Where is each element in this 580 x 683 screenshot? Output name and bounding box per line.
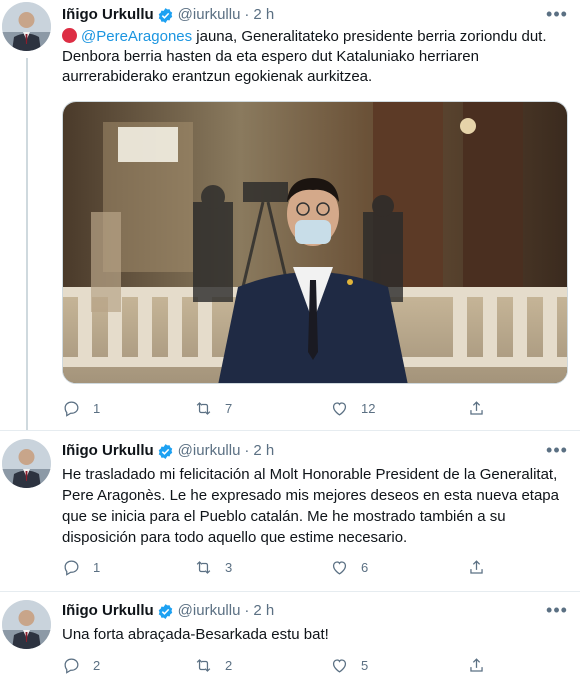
heart-icon — [332, 658, 347, 673]
reply-icon — [64, 658, 79, 674]
tweet-actions: 2 2 5 — [62, 655, 502, 675]
separator-dot: · — [244, 6, 250, 23]
tweet-text: He trasladado mi felicitación al Molt Ho… — [62, 464, 572, 548]
retweet-button[interactable]: 3 — [194, 557, 232, 577]
share-icon — [470, 400, 483, 415]
timestamp[interactable]: 2 h — [253, 601, 274, 621]
thread-line — [26, 58, 28, 430]
verified-badge-icon — [158, 603, 172, 619]
reply-button[interactable]: 1 — [62, 398, 100, 418]
share-button[interactable] — [467, 557, 486, 577]
retweet-button[interactable]: 7 — [194, 398, 232, 418]
tweet-3[interactable]: Iñigo Urkullu @iurkullu · 2 h ••• Una fo… — [0, 592, 580, 683]
more-horizontal-icon[interactable]: ••• — [546, 441, 568, 464]
author-name[interactable]: Iñigo Urkullu — [62, 601, 154, 621]
more-horizontal-icon[interactable]: ••• — [546, 5, 568, 28]
tweet-1[interactable]: Iñigo Urkullu @iurkullu · 2 h ••• @PereA… — [0, 0, 580, 430]
tweet-text: @PereAragones jauna, Generalitateko pres… — [62, 27, 572, 87]
separator-dot: · — [244, 602, 250, 619]
author-name[interactable]: Iñigo Urkullu — [62, 441, 154, 461]
share-icon — [470, 657, 483, 672]
retweet-count: 7 — [225, 400, 233, 416]
retweet-icon — [196, 658, 211, 672]
retweet-count: 3 — [225, 559, 233, 575]
reply-count: 1 — [93, 400, 101, 416]
tweet-actions: 1 3 6 — [62, 557, 502, 577]
retweet-button[interactable]: 2 — [194, 655, 232, 675]
tweet-text-line: He trasladado mi felicitación al Molt Ho… — [62, 466, 558, 483]
avatar[interactable] — [2, 439, 51, 488]
share-button[interactable] — [467, 398, 486, 418]
more-horizontal-icon[interactable]: ••• — [546, 601, 568, 624]
reply-icon — [64, 560, 79, 576]
author-handle[interactable]: @iurkullu — [178, 5, 241, 25]
like-count: 6 — [361, 559, 369, 575]
tweet-text-line: aurrerabiderako erantzun egokienak aurki… — [62, 68, 373, 85]
mention-link[interactable]: @PereAragones — [81, 28, 192, 45]
like-button[interactable]: 6 — [330, 557, 368, 577]
like-count: 5 — [361, 657, 369, 673]
tweet-text-line: que se inicia para el Pueblo catalán. Me… — [62, 508, 506, 525]
heart-icon — [332, 401, 347, 416]
tweet-text: Una forta abraçada-Besarkada estu bat! — [62, 625, 572, 645]
tweet-header: Iñigo Urkullu @iurkullu · 2 h — [62, 441, 274, 461]
avatar[interactable] — [2, 2, 51, 51]
author-handle[interactable]: @iurkullu — [178, 601, 241, 621]
tweet-actions: 1 7 12 — [62, 398, 502, 418]
retweet-icon — [196, 401, 211, 415]
separator-dot: · — [244, 442, 250, 459]
share-icon — [470, 559, 483, 574]
like-count: 12 — [361, 400, 376, 416]
retweet-icon — [196, 560, 211, 574]
timestamp[interactable]: 2 h — [253, 5, 274, 25]
tweet-text-line: Denbora berria hasten da eta espero dut … — [62, 48, 479, 65]
author-handle[interactable]: @iurkullu — [178, 441, 241, 461]
verified-badge-icon — [158, 443, 172, 459]
tweet-text-line: Pere Aragonès. Le he expresado mis mejor… — [62, 487, 559, 504]
share-button[interactable] — [467, 655, 486, 675]
red-circle-emoji — [62, 28, 77, 43]
reply-button[interactable]: 1 — [62, 557, 100, 577]
tweet-header: Iñigo Urkullu @iurkullu · 2 h — [62, 601, 274, 621]
tweet-photo[interactable] — [62, 101, 568, 384]
reply-icon — [64, 401, 79, 417]
reply-count: 2 — [93, 657, 101, 673]
like-button[interactable]: 12 — [330, 398, 375, 418]
avatar[interactable] — [2, 600, 51, 649]
reply-count: 1 — [93, 559, 101, 575]
tweet-text-line: jauna, Generalitateko presidente berria … — [192, 28, 547, 45]
tweet-header: Iñigo Urkullu @iurkullu · 2 h — [62, 5, 274, 25]
reply-button[interactable]: 2 — [62, 655, 100, 675]
author-name[interactable]: Iñigo Urkullu — [62, 5, 154, 25]
tweet-text-line: Una forta abraçada-Besarkada estu bat! — [62, 626, 329, 643]
verified-badge-icon — [158, 7, 172, 23]
tweet-2[interactable]: Iñigo Urkullu @iurkullu · 2 h ••• He tra… — [0, 431, 580, 591]
tweet-text-line: disposición para todo aquello que estime… — [62, 529, 408, 546]
retweet-count: 2 — [225, 657, 233, 673]
timestamp[interactable]: 2 h — [253, 441, 274, 461]
heart-icon — [332, 560, 347, 575]
like-button[interactable]: 5 — [330, 655, 368, 675]
